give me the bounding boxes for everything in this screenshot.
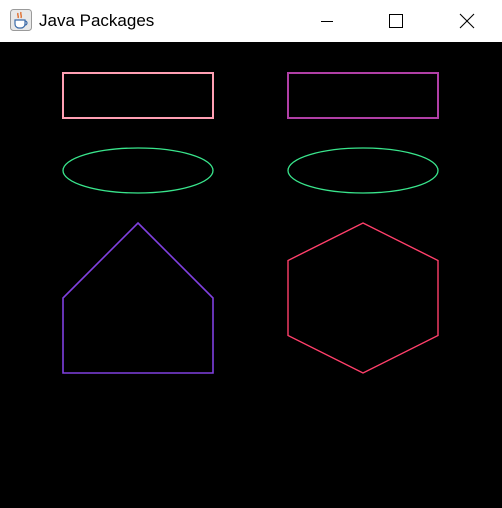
rectangle-left	[62, 72, 214, 119]
maximize-button[interactable]	[373, 0, 419, 42]
close-icon	[459, 13, 475, 29]
shapes-drawing	[62, 72, 439, 374]
hexagon	[287, 222, 439, 374]
drawing-canvas	[0, 42, 502, 508]
app-window: Java Packages	[0, 0, 502, 508]
pentagon-house	[62, 221, 214, 374]
minimize-button[interactable]	[304, 0, 350, 42]
ellipse-left	[62, 147, 214, 194]
window-title: Java Packages	[39, 11, 155, 30]
java-coffee-cup-icon	[10, 9, 32, 31]
close-button[interactable]	[444, 0, 490, 42]
ellipse-right	[287, 147, 439, 194]
title-bar[interactable]: Java Packages	[0, 0, 502, 42]
rectangle-right	[287, 72, 439, 119]
minimize-icon	[321, 21, 333, 22]
maximize-icon	[389, 14, 403, 28]
